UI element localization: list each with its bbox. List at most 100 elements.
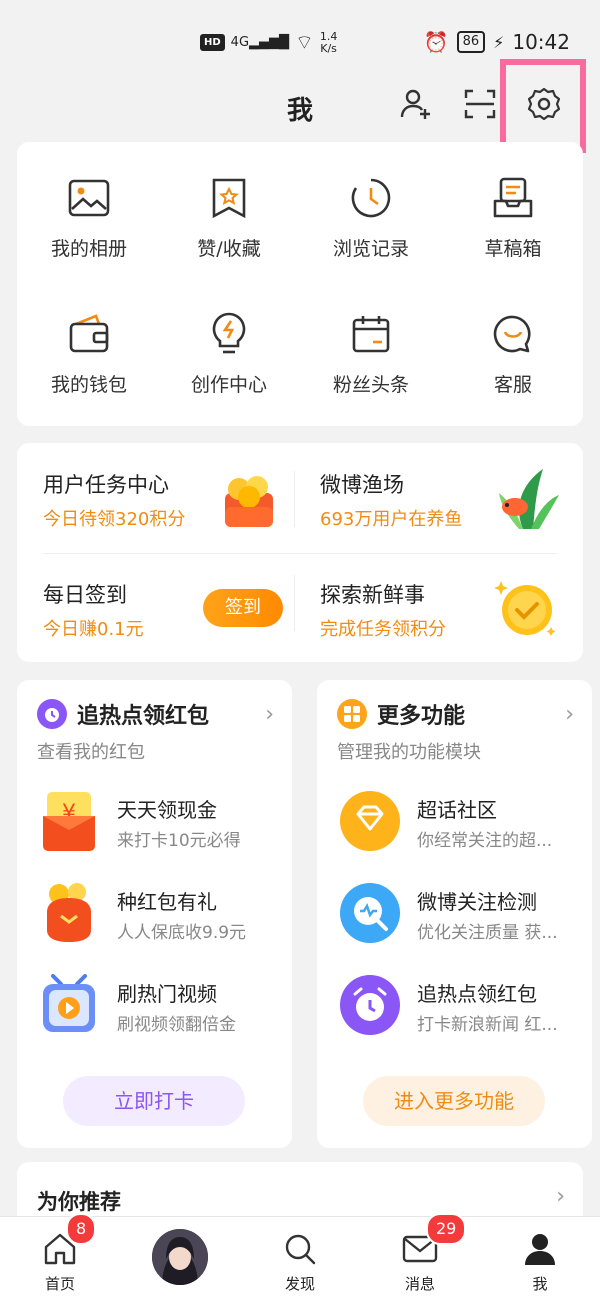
grid-apps-icon [337,699,367,729]
divider [43,553,557,554]
divider [294,575,295,631]
grid-item-support[interactable]: 客服 [443,312,583,397]
item-title: 追热点领红包 [417,982,537,1006]
scan-icon[interactable] [462,86,498,122]
grid-label: 创作中心 [190,374,267,396]
item-title: 超话社区 [417,798,497,822]
panel-title: 追热点领红包 [77,704,210,729]
draft-box-icon [491,176,535,220]
grid-label: 浏览记录 [332,238,409,260]
task-title: 用户任务中心 [43,473,169,497]
list-item-daily-cash[interactable]: ¥ 天天领现金 来打卡10元必得 [39,790,279,860]
task-title: 探索新鲜事 [320,583,425,607]
hot-redpacket-panel: 追热点领红包 › 查看我的红包 ¥ 天天领现金 来打卡10元必得 种红包有礼 人… [17,680,292,1148]
network-speed: 1.4 K/s [319,29,338,55]
lightbulb-icon [207,312,251,356]
alarm-clock-icon [37,699,67,729]
section-title: 为你推荐 [37,1190,121,1214]
grid-label: 草稿箱 [484,238,542,260]
home-badge: 8 [66,1213,97,1245]
avatar[interactable] [152,1229,208,1285]
shortcut-grid: 我的相册 赞/收藏 浏览记录 草稿箱 我的钱包 创作中心 粉丝头条 客服 [17,142,583,426]
task-checkin[interactable]: 每日签到 今日赚0.1元 [43,579,144,641]
battery-icon: 86 [456,31,486,53]
checkin-button[interactable]: 签到 [203,589,283,627]
bottom-tab-bar: 8 首页 发现 29 消息 我 [0,1213,600,1301]
panel-header[interactable]: 追热点领红包 [37,698,209,730]
panel-header[interactable]: 更多功能 [337,698,465,730]
grid-label: 客服 [493,374,532,396]
chevron-right-icon[interactable]: › [556,1184,565,1209]
grid-label: 赞/收藏 [197,238,261,260]
alarm-icon: ⏰ [423,30,449,54]
tab-me[interactable]: 我 [500,1217,580,1301]
clock: 10:42 [512,30,570,54]
chevron-right-icon[interactable]: › [565,702,574,727]
list-item-hot-redpacket[interactable]: 追热点领红包 打卡新浪新闻 红... [339,974,579,1044]
panel-subtitle: 管理我的功能模块 [337,742,481,763]
bookmark-star-icon [207,176,251,220]
search-icon [282,1231,318,1267]
task-subtitle: 693万用户在养鱼 [320,509,463,530]
grid-item-drafts[interactable]: 草稿箱 [443,176,583,261]
list-item-follow-check[interactable]: 微博关注检测 优化关注质量 获... [339,882,579,952]
grid-item-album[interactable]: 我的相册 [19,176,159,261]
charging-icon: ⚡ [493,32,505,52]
list-item-hot-videos[interactable]: 刷热门视频 刷视频领翻倍金 [39,974,279,1044]
speed-value: 1.4 [319,29,338,43]
panel-title: 更多功能 [377,704,466,729]
tab-label: 发现 [284,1275,315,1293]
grid-item-favorites[interactable]: 赞/收藏 [159,176,299,261]
network-type: 4G [230,35,250,50]
more-functions-button[interactable]: 进入更多功能 [363,1076,545,1126]
customer-service-icon [491,312,535,356]
calendar-icon [349,312,393,356]
messages-badge: 29 [426,1213,467,1245]
tab-home[interactable]: 8 首页 [20,1213,100,1301]
task-center[interactable]: 用户任务中心 今日待领320积分 [43,469,185,531]
grid-item-fans-headline[interactable]: 粉丝头条 [301,312,441,397]
settings-highlight-box [500,59,586,153]
hd-icon: HD [200,34,225,51]
item-title: 种红包有礼 [117,890,217,914]
task-title: 每日签到 [43,583,127,607]
item-subtitle: 人人保底收9.9元 [117,923,247,943]
grid-label: 粉丝头条 [332,374,409,396]
tab-messages[interactable]: 29 消息 [380,1213,467,1301]
task-subtitle: 今日待领320积分 [43,509,186,530]
search-pulse-icon [339,882,400,944]
divider [294,471,295,527]
money-bag-icon [39,882,99,944]
diamond-icon [339,790,400,852]
task-subtitle: 完成任务领积分 [320,619,446,640]
tab-discover[interactable]: 发现 [260,1217,340,1301]
item-title: 天天领现金 [117,798,217,822]
wifi-icon: ⌔ [295,30,314,54]
item-subtitle: 来打卡10元必得 [117,831,241,851]
history-clock-icon [349,176,393,220]
grid-label: 我的相册 [50,238,127,260]
list-item-plant-redpacket[interactable]: 种红包有礼 人人保底收9.9元 [39,882,279,952]
task-explore[interactable]: 探索新鲜事 完成任务领积分 [320,579,446,641]
item-subtitle: 打卡新浪新闻 红... [417,1015,558,1035]
tab-label: 首页 [44,1275,75,1293]
grid-item-creator[interactable]: 创作中心 [159,312,299,397]
item-title: 微博关注检测 [417,890,537,914]
item-title: 刷热门视频 [117,982,217,1006]
tv-play-icon [39,974,99,1036]
status-left: HD 4G▂▄▆█ ⌔ 1.4 K/s [200,30,337,55]
item-subtitle: 优化关注质量 获... [417,923,558,943]
person-icon [522,1231,558,1267]
task-subtitle: 今日赚0.1元 [43,619,144,640]
list-item-super-topic[interactable]: 超话社区 你经常关注的超... [339,790,579,860]
checkin-now-button[interactable]: 立即打卡 [63,1076,245,1126]
grid-item-history[interactable]: 浏览记录 [301,176,441,261]
item-subtitle: 你经常关注的超... [417,831,553,851]
check-medal-icon [493,575,559,645]
grid-item-wallet[interactable]: 我的钱包 [19,312,159,397]
wallet-icon [67,312,111,356]
chevron-right-icon[interactable]: › [265,702,274,727]
fish-plant-icon [493,465,561,535]
add-friend-icon[interactable] [398,86,434,122]
task-fishing[interactable]: 微博渔场 693万用户在养鱼 [320,469,462,531]
